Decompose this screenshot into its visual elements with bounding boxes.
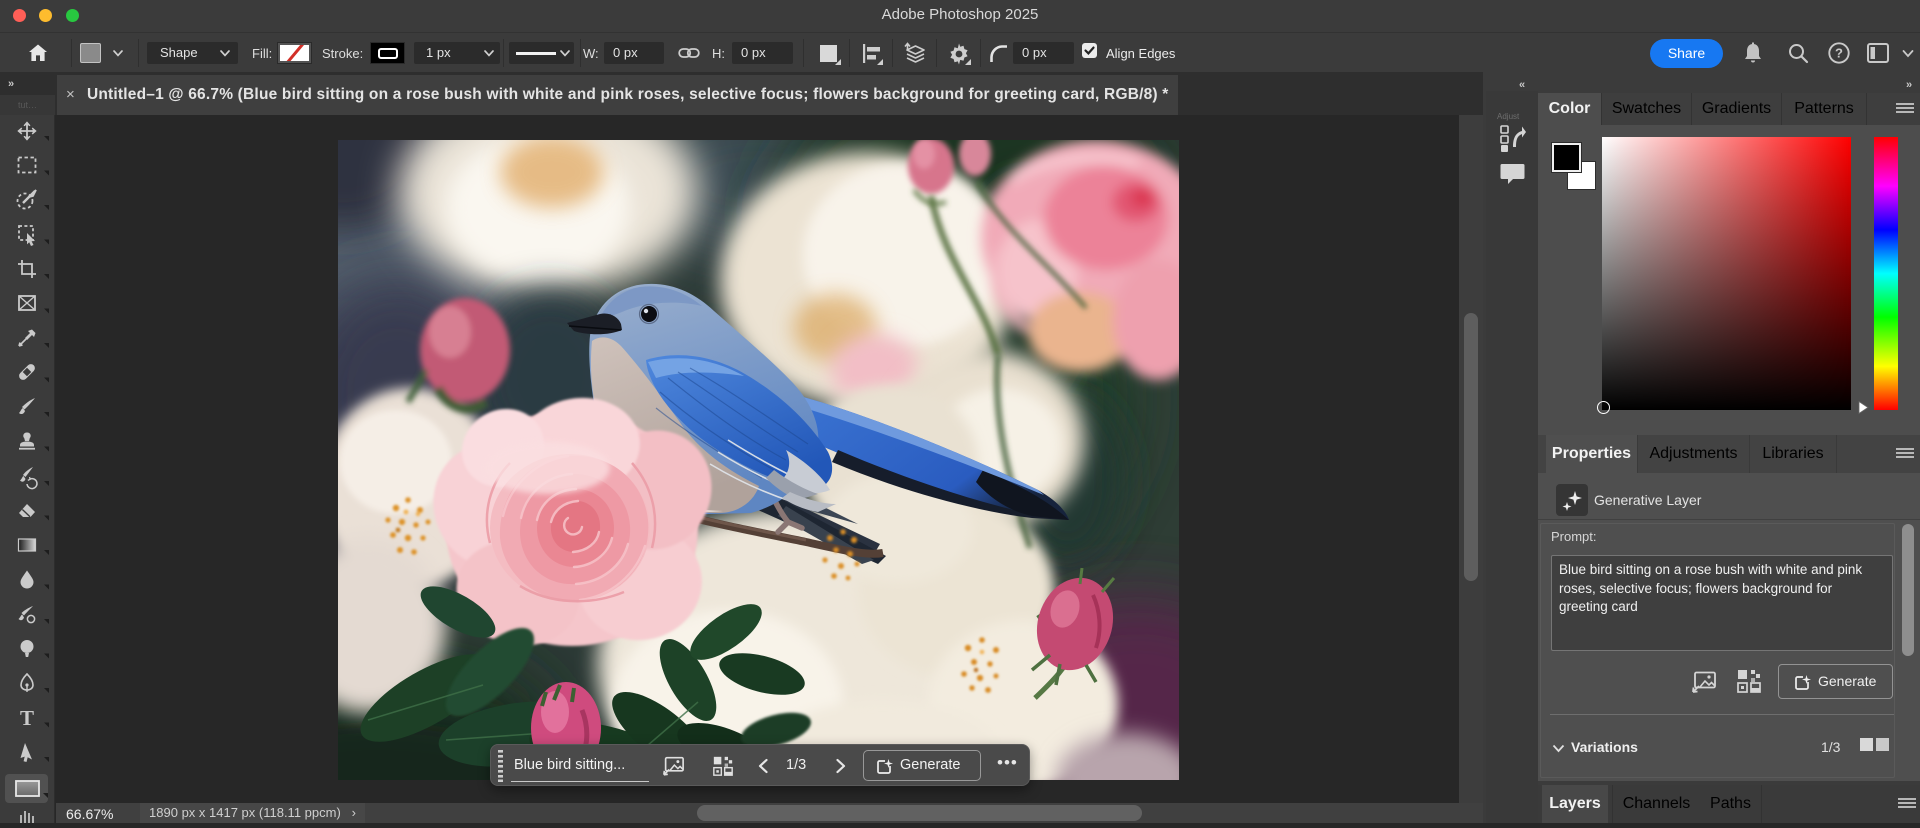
svg-text:?: ? [1835,46,1843,61]
svg-text:T: T [20,706,34,730]
